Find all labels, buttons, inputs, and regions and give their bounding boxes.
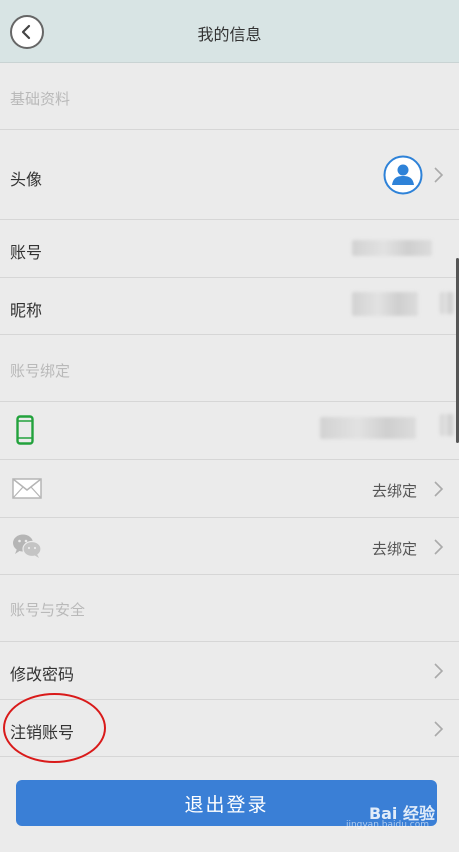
nickname-row: 昵称 [0, 277, 459, 334]
email-row[interactable]: 去绑定 [0, 459, 459, 517]
chevron-right-icon [434, 167, 444, 183]
watermark-site: jingyan.baidu.com [345, 820, 429, 830]
account-value-redacted [352, 240, 432, 256]
avatar-label: 头像 [10, 170, 43, 189]
chevron-right-icon [434, 663, 444, 679]
change-password-row[interactable]: 修改密码 [0, 641, 459, 699]
nickname-value-redacted-2 [440, 292, 454, 314]
section-binding: 账号绑定 [0, 334, 459, 401]
chevron-right-icon [434, 721, 444, 737]
nickname-value-redacted [352, 292, 418, 316]
phone-value-redacted [320, 417, 416, 439]
chevron-right-icon [434, 481, 444, 497]
phone-value-redacted-2 [440, 414, 454, 436]
wechat-icon [13, 534, 42, 558]
mail-icon [12, 478, 42, 499]
section-basic-label: 基础资料 [10, 90, 71, 108]
header: 我的信息 [0, 0, 459, 63]
wechat-row[interactable]: 去绑定 [0, 517, 459, 574]
nickname-label: 昵称 [10, 301, 43, 320]
wechat-bind-action: 去绑定 [371, 540, 417, 558]
section-security: 账号与安全 [0, 574, 459, 641]
account-row: 账号 [0, 219, 459, 277]
section-binding-label: 账号绑定 [10, 362, 71, 380]
user-avatar-icon [383, 155, 423, 195]
page-title: 我的信息 [197, 25, 262, 44]
chevron-right-icon [434, 539, 444, 555]
phone-icon [16, 415, 34, 445]
annotation-circle [3, 693, 106, 763]
section-security-label: 账号与安全 [10, 601, 86, 619]
email-bind-action: 去绑定 [371, 482, 417, 500]
account-label: 账号 [10, 243, 43, 262]
phone-row [0, 401, 459, 459]
change-password-label: 修改密码 [10, 665, 75, 684]
avatar-row[interactable]: 头像 [0, 129, 459, 219]
